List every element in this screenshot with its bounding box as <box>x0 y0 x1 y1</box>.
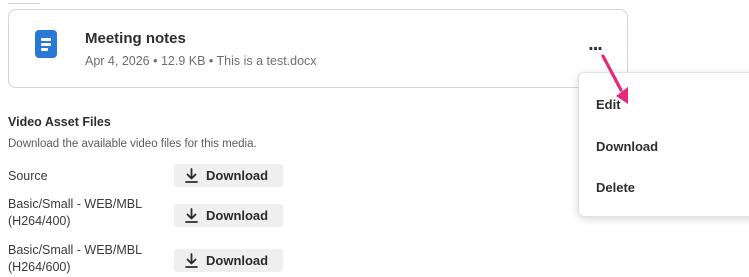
download-button-h264-400[interactable]: Download <box>174 204 283 227</box>
asset-label-h264-600: Basic/Small - WEB/MBL (H264/600) <box>8 243 142 274</box>
download-icon <box>185 208 198 223</box>
menu-item-download[interactable]: Download <box>596 139 658 154</box>
file-meta: Apr 4, 2026 • 12.9 KB • This is a test.d… <box>85 54 317 68</box>
download-icon <box>185 168 198 183</box>
download-button-label: Download <box>206 208 269 223</box>
asset-label-source: Source <box>8 169 48 183</box>
download-button-h264-600[interactable]: Download <box>174 249 283 272</box>
section-title: Video Asset Files <box>8 115 111 129</box>
file-title: Meeting notes <box>85 30 186 47</box>
section-description: Download the available video files for t… <box>8 138 257 150</box>
file-card[interactable]: Meeting notes Apr 4, 2026 • 12.9 KB • Th… <box>8 9 628 88</box>
download-button-label: Download <box>206 168 269 183</box>
menu-item-delete[interactable]: Delete <box>596 180 635 195</box>
asset-label-h264-400: Basic/Small - WEB/MBL (H264/400) <box>8 197 142 228</box>
document-icon <box>35 30 57 58</box>
download-button-label: Download <box>206 253 269 268</box>
previous-card-edge <box>8 0 40 4</box>
download-icon <box>185 253 198 268</box>
download-button-source[interactable]: Download <box>174 164 283 187</box>
annotation-arrow-icon <box>601 54 628 104</box>
